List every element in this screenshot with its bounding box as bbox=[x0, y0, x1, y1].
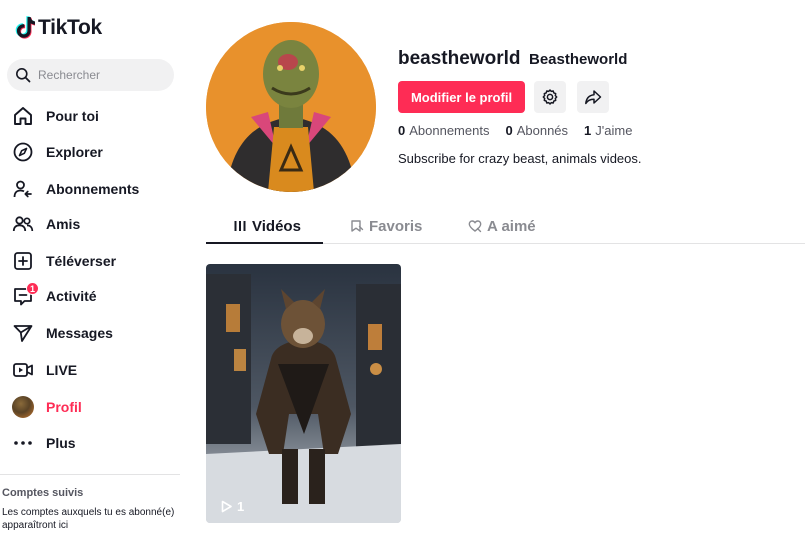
tab-a-aime[interactable]: A aimé bbox=[468, 208, 536, 244]
sidebar-item-profil[interactable]: Profil bbox=[12, 390, 82, 424]
notification-badge: 1 bbox=[26, 282, 39, 295]
sidebar-item-amis[interactable]: Amis bbox=[12, 207, 80, 241]
profile-stats: 0 Abonnements 0 Abonnés 1 J'aime bbox=[398, 123, 632, 138]
tab-label: Vidéos bbox=[252, 217, 301, 235]
share-button[interactable] bbox=[577, 81, 609, 113]
live-icon bbox=[12, 359, 34, 381]
sidebar-item-label: Plus bbox=[46, 435, 76, 451]
stat-value: 0 bbox=[398, 123, 406, 138]
sidebar-item-pour-toi[interactable]: Pour toi bbox=[12, 99, 99, 133]
view-count-value: 1 bbox=[237, 499, 245, 514]
share-icon bbox=[585, 90, 602, 105]
stat-following[interactable]: 0 Abonnements bbox=[398, 123, 489, 138]
inbox-icon: 1 bbox=[12, 282, 39, 307]
logo-text: TikTok bbox=[38, 16, 102, 39]
sidebar-item-live[interactable]: LIVE bbox=[12, 353, 77, 387]
more-icon bbox=[12, 432, 34, 454]
stat-likes: 1 J'aime bbox=[584, 123, 632, 138]
sidebar-divider bbox=[0, 474, 180, 475]
tab-videos[interactable]: Vidéos bbox=[233, 208, 301, 244]
stat-label: J'aime bbox=[595, 123, 633, 138]
gear-icon bbox=[542, 89, 558, 105]
search-icon bbox=[16, 68, 31, 83]
profile-tabs: Vidéos Favoris A aimé bbox=[206, 208, 805, 244]
sidebar-item-label: Pour toi bbox=[46, 108, 99, 124]
video-thumbnail[interactable]: 1 bbox=[206, 264, 401, 523]
sidebar-item-label: Messages bbox=[46, 325, 113, 341]
heart-icon bbox=[468, 220, 482, 233]
video-view-count: 1 bbox=[220, 499, 244, 514]
sidebar: TikTok Pour toi Explorer Abonnements bbox=[0, 0, 182, 544]
profile-username: beastheworld bbox=[398, 48, 521, 69]
bookmark-icon bbox=[351, 220, 364, 232]
sidebar-item-plus[interactable]: Plus bbox=[12, 426, 76, 460]
tiktok-logo[interactable]: TikTok bbox=[13, 16, 102, 40]
profile-avatar-large bbox=[206, 22, 376, 192]
friends-icon bbox=[12, 213, 34, 235]
profile-avatar bbox=[12, 396, 34, 418]
sidebar-item-label: Amis bbox=[46, 216, 81, 232]
followed-accounts-description: Les comptes auxquels tu es abonné(e) app… bbox=[2, 507, 175, 531]
sidebar-item-label: Explorer bbox=[46, 144, 103, 160]
followed-accounts-title: Comptes suivis bbox=[2, 487, 84, 499]
werewolf-street-image bbox=[206, 264, 401, 523]
profile-nickname: Beastheworld bbox=[529, 51, 628, 68]
avatar bbox=[12, 396, 34, 418]
sidebar-item-label: Profil bbox=[46, 399, 82, 415]
grid-icon bbox=[234, 221, 246, 231]
search-box[interactable] bbox=[7, 59, 174, 91]
home-icon bbox=[12, 105, 34, 127]
edit-profile-button[interactable]: Modifier le profil bbox=[398, 81, 525, 113]
send-icon bbox=[12, 322, 34, 344]
sidebar-item-messages[interactable]: Messages bbox=[12, 316, 113, 350]
tab-label: A aimé bbox=[487, 217, 536, 235]
sidebar-item-label: Abonnements bbox=[46, 181, 140, 197]
active-tab-indicator bbox=[206, 242, 323, 244]
compass-icon bbox=[12, 141, 34, 163]
tiktok-logo-icon bbox=[15, 16, 35, 39]
sidebar-item-label: LIVE bbox=[46, 362, 78, 378]
sidebar-item-abonnements[interactable]: Abonnements bbox=[12, 172, 139, 206]
sidebar-item-label: Activité bbox=[46, 288, 97, 304]
sidebar-item-activite[interactable]: 1 Activité bbox=[12, 279, 97, 313]
profile-bio: Subscribe for crazy beast, animals video… bbox=[398, 151, 642, 166]
creature-portrait-image bbox=[206, 22, 376, 192]
stat-followers[interactable]: 0 Abonnés bbox=[505, 123, 568, 138]
stat-label: Abonnements bbox=[409, 123, 490, 138]
following-icon bbox=[12, 178, 34, 200]
stat-value: 1 bbox=[584, 123, 592, 138]
sidebar-item-label: Téléverser bbox=[46, 253, 117, 269]
settings-button[interactable] bbox=[534, 81, 566, 113]
sidebar-item-explorer[interactable]: Explorer bbox=[12, 135, 103, 169]
sidebar-item-televerser[interactable]: Téléverser bbox=[12, 244, 116, 278]
play-icon bbox=[221, 500, 232, 513]
tab-favoris[interactable]: Favoris bbox=[350, 208, 422, 244]
search-input[interactable] bbox=[38, 68, 163, 82]
stat-label: Abonnés bbox=[516, 123, 569, 138]
tab-label: Favoris bbox=[369, 217, 423, 235]
upload-icon bbox=[12, 250, 34, 272]
stat-value: 0 bbox=[505, 123, 513, 138]
